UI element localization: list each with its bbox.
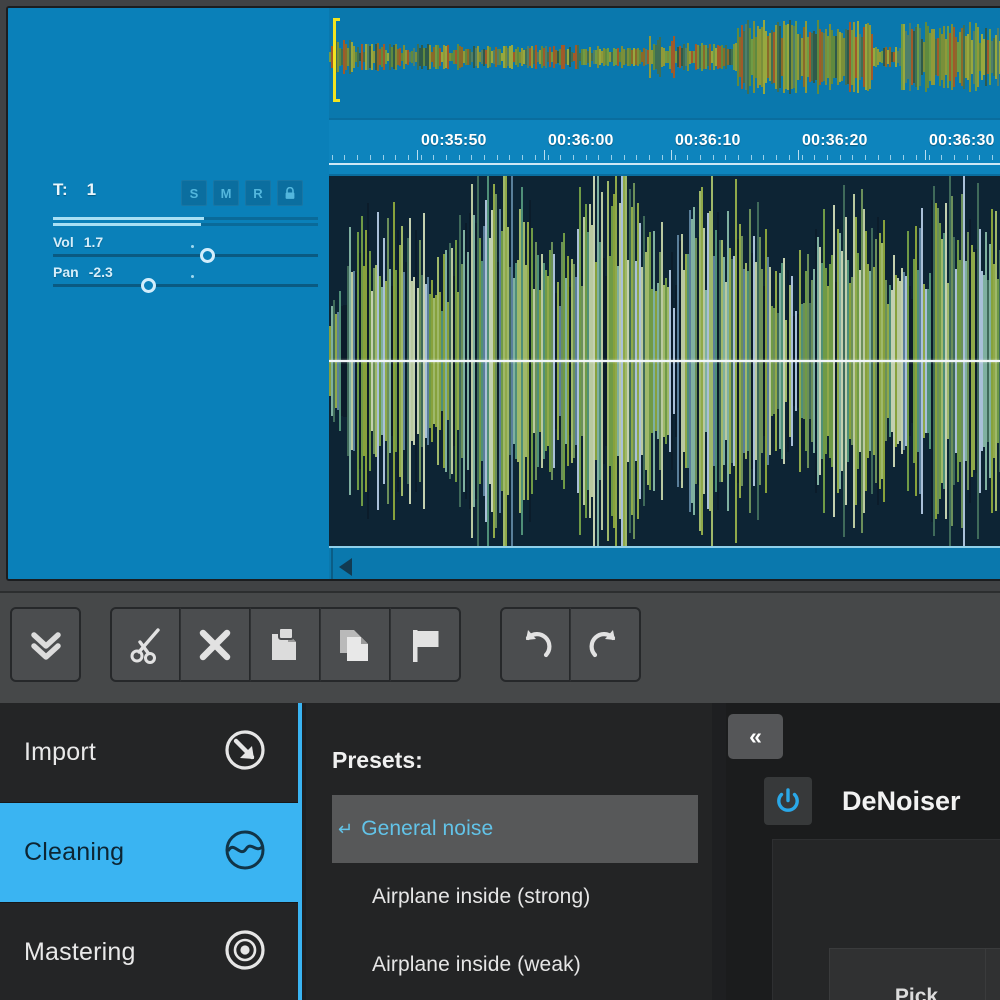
- presets-panel: Presets: ↵ General noise Airplane inside…: [306, 703, 712, 1000]
- preset-item-general-noise[interactable]: ↵ General noise: [332, 795, 698, 863]
- ruler-time-label: 00:36:20: [802, 132, 868, 150]
- editor-panel: T: 1 S M R: [6, 6, 1000, 581]
- mute-button[interactable]: M: [213, 180, 239, 206]
- paste-button[interactable]: [250, 607, 321, 682]
- preset-list: ↵ General noise Airplane inside (strong)…: [332, 795, 698, 1000]
- copy-icon: [336, 625, 374, 665]
- pan-value: -2.3: [89, 264, 113, 280]
- wave-in-circle-icon: [222, 827, 268, 878]
- timeline-ruler[interactable]: 00:35:50 00:36:00 00:36:10 00:36:20 00:36:30…: [329, 120, 1000, 174]
- volume-value: 1.7: [84, 234, 103, 250]
- sidebar-accent-edge: [298, 703, 302, 1000]
- undo-arrow-icon: [516, 625, 556, 665]
- close-x-icon: [196, 626, 234, 664]
- undo-button[interactable]: [500, 607, 571, 682]
- pan-slider-track[interactable]: [53, 284, 318, 287]
- pick-button-label: Pick: [895, 985, 938, 1000]
- triangle-left-icon[interactable]: [339, 558, 352, 576]
- sidebar-item-label: Mastering: [24, 938, 136, 967]
- ruler-time-label: 00:35:50: [421, 132, 487, 150]
- audio-editor-window: T: 1 S M R: [0, 0, 1000, 1000]
- effect-body: Pick: [772, 839, 1000, 1000]
- volume-slider-knob[interactable]: [200, 248, 215, 263]
- pick-noise-print-button[interactable]: Pick: [829, 948, 1000, 1000]
- bottom-workspace: Import Cleaning: [0, 703, 1000, 1000]
- track-toggle-group: S M R: [181, 180, 303, 206]
- power-toggle-icon: [774, 787, 802, 815]
- sidebar-item-cleaning[interactable]: Cleaning: [0, 803, 302, 903]
- effect-header: DeNoiser: [764, 775, 1000, 827]
- effect-title: DeNoiser: [842, 786, 961, 817]
- return-arrow-icon: ↵: [338, 820, 353, 838]
- double-chevron-down-icon: [26, 627, 66, 663]
- preset-label: Airplane inside (strong): [372, 885, 590, 909]
- view-group: [10, 607, 81, 682]
- arrow-into-circle-icon: [222, 727, 268, 778]
- track-title-row: T: 1 S M R: [53, 180, 317, 208]
- copy-button[interactable]: [320, 607, 391, 682]
- sidebar-item-label: Cleaning: [24, 838, 124, 867]
- record-arm-button[interactable]: R: [245, 180, 271, 206]
- waveform-center-line: [329, 360, 1000, 362]
- solo-button[interactable]: S: [181, 180, 207, 206]
- marker-button[interactable]: [390, 607, 461, 682]
- flag-icon: [406, 625, 444, 665]
- volume-label: Vol: [53, 234, 74, 250]
- redo-arrow-icon: [585, 625, 625, 665]
- sidebar-item-label: Import: [24, 738, 96, 767]
- preset-label: General noise: [361, 817, 493, 841]
- ruler-time-label: 00:36:30: [929, 132, 995, 150]
- preset-label: Airplane inside (weak): [372, 953, 581, 977]
- track-header[interactable]: T: 1 S M R: [8, 8, 329, 579]
- edit-group: [110, 607, 461, 682]
- cut-button[interactable]: [110, 607, 181, 682]
- pan-label: Pan: [53, 264, 79, 280]
- redo-button[interactable]: [570, 607, 641, 682]
- power-toggle-button[interactable]: [764, 777, 812, 825]
- ruler-time-label: 00:36:10: [675, 132, 741, 150]
- sidebar-item-import[interactable]: Import: [0, 703, 302, 803]
- delete-button[interactable]: [180, 607, 251, 682]
- disc-circle-icon: [222, 927, 268, 978]
- track-level-meter: [53, 217, 318, 229]
- ruler-time-label: 00:36:00: [548, 132, 614, 150]
- scissors-icon: [126, 625, 166, 665]
- main-toolbar: [0, 591, 1000, 703]
- track-number: 1: [87, 180, 97, 199]
- ruler-baseline: [329, 163, 1000, 165]
- pan-slider-row[interactable]: Pan -2.3: [53, 264, 318, 287]
- volume-label-row: Vol 1.7: [53, 234, 318, 250]
- volume-slider-track[interactable]: [53, 254, 318, 257]
- workflow-sidebar: Import Cleaning: [0, 703, 302, 1000]
- collapse-all-button[interactable]: [10, 607, 81, 682]
- preset-item-airplane-weak[interactable]: Airplane inside (weak): [332, 931, 698, 999]
- selection-bracket[interactable]: [333, 18, 340, 102]
- pan-label-row: Pan -2.3: [53, 264, 318, 280]
- track-label: T:: [53, 180, 68, 199]
- waveform-display[interactable]: [329, 174, 1000, 546]
- collapse-panel-button[interactable]: «: [728, 714, 783, 759]
- pan-slider-knob[interactable]: [141, 278, 156, 293]
- lock-icon[interactable]: [277, 180, 303, 206]
- panel-divider: [985, 948, 986, 1000]
- effect-panel: « DeNoiser Pick: [726, 703, 1000, 1000]
- waveform-overview[interactable]: [329, 8, 1000, 120]
- volume-slider-row[interactable]: Vol 1.7: [53, 234, 318, 257]
- presets-title: Presets:: [332, 747, 423, 774]
- paste-icon: [266, 625, 304, 665]
- history-group: [500, 607, 641, 682]
- preset-item-airplane-strong[interactable]: Airplane inside (strong): [332, 863, 698, 931]
- horizontal-scroll-strip[interactable]: [329, 546, 1000, 581]
- sidebar-item-mastering[interactable]: Mastering: [0, 903, 302, 1000]
